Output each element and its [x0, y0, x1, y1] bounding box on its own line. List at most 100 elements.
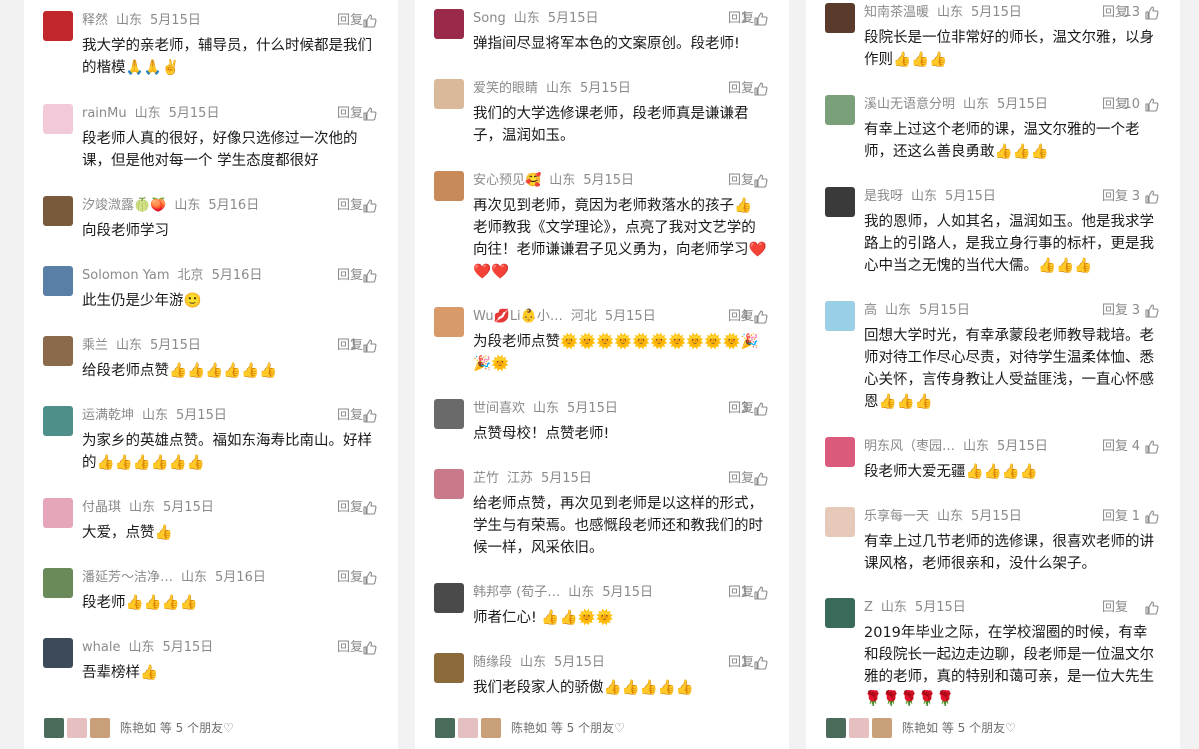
avatar[interactable] [825, 437, 855, 467]
thumbs-up-icon[interactable] [1144, 509, 1160, 525]
avatar[interactable] [43, 568, 73, 598]
commenter-name[interactable]: 高 [864, 303, 877, 318]
location: 山东 [937, 5, 964, 20]
thumbs-up-icon[interactable] [362, 13, 378, 29]
friends-liked-footer[interactable]: 陈艳如 等 5 个朋友♡ [806, 715, 1180, 741]
commenter-name[interactable]: 安心预见🥰 [473, 173, 541, 188]
comment-text: 我大学的亲老师，辅导员，什么时候都是我们的楷模🙏🙏✌️ [82, 38, 372, 76]
reply-button[interactable]: 回复 [337, 568, 363, 588]
avatar[interactable] [825, 187, 855, 217]
commenter-name[interactable]: 是我呀 [864, 189, 903, 204]
location: 山东 [174, 198, 201, 213]
comment-text: 再次见到老师，竟因为老师救落水的孩子👍 老师教我《文学理论》，点亮了我对文艺学的… [473, 198, 767, 280]
avatar[interactable] [43, 406, 73, 436]
commenter-name[interactable]: 乘兰 [82, 338, 108, 353]
reply-button[interactable]: 回复 [728, 171, 754, 191]
avatar[interactable] [43, 498, 73, 528]
reply-button[interactable]: 回复 [337, 196, 363, 216]
commenter-name[interactable]: Wu💋Li👶小… [473, 309, 563, 324]
reply-button[interactable]: 回复 [1102, 437, 1128, 457]
thumbs-up-icon[interactable] [362, 570, 378, 586]
reply-button[interactable]: 回复 [1102, 187, 1128, 207]
commenter-name[interactable]: Solomon Yam [82, 268, 170, 283]
thumbs-up-icon[interactable] [362, 338, 378, 354]
thumbs-up-icon[interactable] [362, 408, 378, 424]
commenter-name[interactable]: 随缘段 [473, 655, 512, 670]
reply-button[interactable]: 回复 [728, 79, 754, 99]
commenter-name[interactable]: 世间喜欢 [473, 401, 525, 416]
thumbs-up-icon[interactable] [753, 173, 769, 189]
reply-button[interactable]: 回复 [337, 406, 363, 426]
commenter-name[interactable]: 爱笑的眼睛 [473, 81, 538, 96]
thumbs-up-icon[interactable] [1144, 5, 1160, 21]
commenter-name[interactable]: 付晶琪 [82, 500, 121, 515]
avatar[interactable] [43, 196, 73, 226]
commenter-name[interactable]: rainMu [82, 106, 127, 121]
avatar[interactable] [825, 507, 855, 537]
commenter-name[interactable]: 知南茶温暖 [864, 5, 929, 20]
avatar[interactable] [825, 598, 855, 628]
avatar[interactable] [43, 638, 73, 668]
thumbs-up-icon[interactable] [362, 198, 378, 214]
reply-button[interactable]: 回复 [337, 104, 363, 124]
avatar[interactable] [434, 469, 464, 499]
commenter-name[interactable]: 运满乾坤 [82, 408, 134, 423]
thumbs-up-icon[interactable] [362, 106, 378, 122]
reply-button[interactable]: 回复 [1102, 507, 1128, 527]
thumbs-up-icon[interactable] [1144, 600, 1160, 616]
thumbs-up-icon[interactable] [362, 640, 378, 656]
avatar[interactable] [43, 266, 73, 296]
avatar[interactable] [43, 11, 73, 41]
thumbs-up-icon[interactable] [753, 309, 769, 325]
thumbs-up-icon[interactable] [1144, 303, 1160, 319]
commenter-name[interactable]: whale [82, 640, 120, 655]
avatar[interactable] [434, 583, 464, 613]
friends-liked-footer[interactable]: 陈艳如 等 5 个朋友♡ [24, 715, 398, 741]
avatar[interactable] [434, 9, 464, 39]
commenter-name[interactable]: 汐竣溦露🍈🍑 [82, 198, 166, 213]
reply-button[interactable]: 回复 [1102, 598, 1128, 618]
reply-button[interactable]: 回复 [337, 11, 363, 31]
comment-text: 为段老师点赞🌞🌞🌞🌞🌞🌞🌞🌞🌞🌞🎉🎉🌞 [473, 334, 759, 372]
avatar[interactable] [43, 104, 73, 134]
thumbs-up-icon[interactable] [1144, 97, 1160, 113]
avatar[interactable] [825, 3, 855, 33]
thumbs-up-icon[interactable] [753, 401, 769, 417]
thumbs-up-icon[interactable] [753, 471, 769, 487]
avatar[interactable] [43, 336, 73, 366]
avatar[interactable] [434, 399, 464, 429]
avatar[interactable] [434, 653, 464, 683]
reply-button[interactable]: 回复 [1102, 301, 1128, 321]
reply-button[interactable]: 回复 [337, 638, 363, 658]
thumbs-up-icon[interactable] [1144, 189, 1160, 205]
thumbs-up-icon[interactable] [362, 500, 378, 516]
commenter-name[interactable]: 释然 [82, 13, 108, 28]
thumbs-up-icon[interactable] [753, 11, 769, 27]
thumbs-up-icon[interactable] [362, 268, 378, 284]
thumbs-up-icon[interactable] [1144, 439, 1160, 455]
commenter-name[interactable]: 芷竹 [473, 471, 499, 486]
thumbs-up-icon[interactable] [753, 81, 769, 97]
friend-avatars [43, 717, 115, 739]
avatar[interactable] [434, 307, 464, 337]
commenter-name[interactable]: 乐享每一天 [864, 509, 929, 524]
commenter-name[interactable]: 溪山无语意分明 [864, 97, 955, 112]
commenter-name[interactable]: 潘延芳～洁净… [82, 570, 173, 585]
avatar[interactable] [434, 79, 464, 109]
comment-item: Song 山东 5月15日 回复 1 弹指间尽显将军本色的文案原创。段老师! [415, 9, 789, 89]
avatar[interactable] [434, 171, 464, 201]
comment-text: 2019年毕业之际，在学校溜圈的时候，有幸和段院长一起边走边聊，段老师是一位温文… [864, 625, 1154, 707]
location: 山东 [513, 11, 540, 26]
commenter-name[interactable]: Z [864, 600, 873, 615]
commenter-name[interactable]: Song [473, 11, 506, 26]
thumbs-up-icon[interactable] [753, 585, 769, 601]
friends-liked-footer[interactable]: 陈艳如 等 5 个朋友♡ [415, 715, 789, 741]
avatar[interactable] [825, 95, 855, 125]
thumbs-up-icon[interactable] [753, 655, 769, 671]
commenter-name[interactable]: 韩邦亭 (荀子… [473, 585, 560, 600]
reply-button[interactable]: 回复 [728, 469, 754, 489]
reply-button[interactable]: 回复 [337, 266, 363, 286]
avatar[interactable] [825, 301, 855, 331]
reply-button[interactable]: 回复 [337, 498, 363, 518]
commenter-name[interactable]: 明东风（枣园… [864, 439, 955, 454]
